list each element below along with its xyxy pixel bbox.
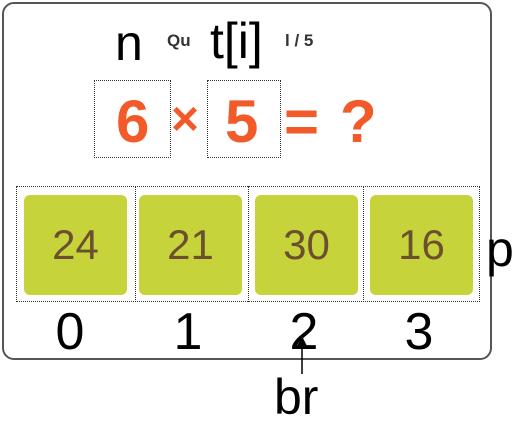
pointer-label: br: [274, 369, 319, 425]
equals-sign: =: [284, 88, 320, 155]
operand-b: 5: [225, 88, 259, 155]
label-p: p: [486, 221, 514, 277]
label-t-index: t[i]: [210, 13, 263, 69]
unknown-mark: ?: [340, 88, 377, 155]
answer-tile-2[interactable]: 30: [255, 195, 358, 295]
label-n: n: [115, 15, 143, 71]
answer-tile-0[interactable]: 24: [24, 195, 127, 295]
array-index-3: 3: [404, 303, 434, 361]
array-cell-divider: [363, 186, 364, 302]
answer-tile-3[interactable]: 16: [370, 195, 473, 295]
array-cell-divider: [135, 186, 136, 302]
label-qu: Qu: [167, 31, 191, 50]
question-counter: l / 5: [285, 31, 314, 50]
operand-a: 6: [116, 88, 150, 155]
array-cell-divider: [248, 186, 249, 302]
answer-tile-1[interactable]: 21: [139, 195, 242, 295]
times-operator: ×: [171, 93, 200, 146]
array-index-1: 1: [173, 303, 203, 361]
array-index-0: 0: [55, 303, 85, 361]
